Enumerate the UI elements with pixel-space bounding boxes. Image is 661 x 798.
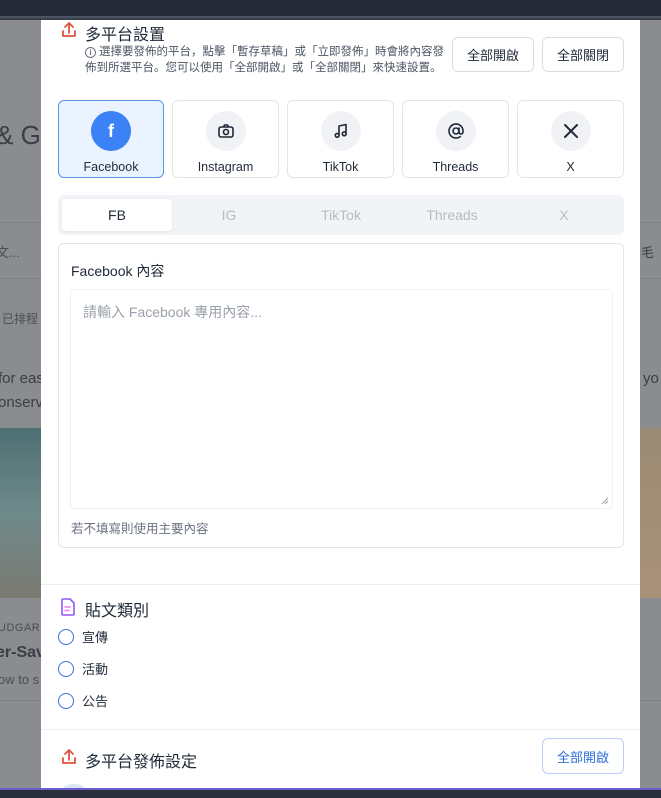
x-logo-icon (550, 111, 591, 151)
music-note-icon (320, 111, 361, 151)
category-option-event[interactable]: 活動 (58, 659, 108, 678)
platform-name: Threads (432, 160, 479, 174)
content-label: Facebook 內容 (71, 263, 165, 279)
platform-name: X (566, 160, 575, 174)
tab-tiktok[interactable]: TikTok (286, 199, 396, 231)
multi-platform-modal: 多平台設置 i 選擇要發佈的平台，點擊「暫存草稿」或「立即發佈」時會將內容發佈到所… (41, 20, 640, 788)
platform-card-instagram[interactable]: Instagram (172, 100, 279, 178)
radio-label: 活動 (82, 662, 109, 677)
category-option-announcement[interactable]: 公告 (58, 691, 108, 710)
disable-all-button[interactable]: 全部關閉 (542, 37, 624, 72)
bg-heading-text: er-Sav (0, 644, 45, 661)
bg-right-line: yo (643, 370, 659, 387)
facebook-content-textarea[interactable]: 請輸入 Facebook 專用內容... (70, 289, 613, 509)
platform-name: Instagram (197, 160, 254, 174)
platform-name: Facebook (83, 160, 139, 174)
radio-button[interactable] (58, 628, 74, 645)
radio-label: 公告 (82, 694, 109, 709)
bg-image-left (0, 428, 42, 598)
radio-label: 宣傳 (82, 630, 109, 645)
platform-name: TikTok (322, 160, 359, 174)
category-tag-icon (61, 598, 75, 616)
bg-image-right (640, 428, 661, 598)
bg-title: & G (0, 120, 41, 150)
platform-tabs: FB IG TikTok Threads X (58, 195, 624, 235)
platform-card-x[interactable]: X (517, 100, 624, 178)
upload-icon (62, 22, 76, 37)
publish-enable-all-button[interactable]: 全部開啟 (542, 738, 624, 774)
tab-x[interactable]: X (509, 199, 619, 231)
content-helper-text: 若不填寫則使用主要內容 (71, 522, 209, 536)
bg-line-2: onserv (0, 394, 44, 411)
bg-search-text: 文... (0, 245, 20, 260)
radio-button[interactable] (58, 692, 74, 709)
info-icon: i (85, 47, 96, 58)
upload-icon (62, 749, 76, 764)
camera-icon (205, 111, 246, 151)
multi-platform-hint: i 選擇要發佈的平台，點擊「暫存草稿」或「立即發佈」時會將內容發佈到所選平台。您可… (85, 44, 453, 76)
section-divider (41, 729, 640, 730)
tab-fb[interactable]: FB (62, 199, 172, 231)
tab-threads[interactable]: Threads (397, 199, 507, 231)
bg-line-1: for eas (0, 370, 44, 387)
hint-text: 選擇要發佈的平台，點擊「暫存草稿」或「立即發佈」時會將內容發佈到所選平台。您可以… (85, 46, 444, 74)
tab-ig[interactable]: IG (174, 199, 284, 231)
at-sign-icon (435, 111, 476, 151)
bottom-bar (0, 788, 661, 798)
resize-handle-icon[interactable] (601, 497, 609, 505)
facebook-content-section: Facebook 內容 請輸入 Facebook 專用內容... 若不填寫則使用… (58, 243, 624, 548)
bg-scheduled-text: 已排程 (2, 312, 39, 326)
platform-card-threads[interactable]: Threads (402, 100, 509, 178)
category-option-promo[interactable]: 宣傳 (58, 627, 108, 646)
enable-all-button[interactable]: 全部開啟 (452, 37, 534, 72)
bg-sub-text: ow to s (0, 672, 40, 687)
facebook-icon: f (91, 111, 131, 151)
platform-card-tiktok[interactable]: TikTok (287, 100, 394, 178)
post-category-title: 貼文類別 (85, 603, 150, 620)
textarea-placeholder: 請輸入 Facebook 專用內容... (83, 304, 262, 320)
multi-platform-title: 多平台設置 (85, 27, 166, 44)
publish-settings-title: 多平台發佈設定 (85, 754, 198, 771)
platform-card-facebook[interactable]: f Facebook (58, 100, 164, 178)
radio-button[interactable] (58, 660, 74, 677)
bg-right-search-text: 毛 (641, 245, 655, 260)
section-divider (41, 584, 640, 585)
top-bar (0, 0, 661, 18)
